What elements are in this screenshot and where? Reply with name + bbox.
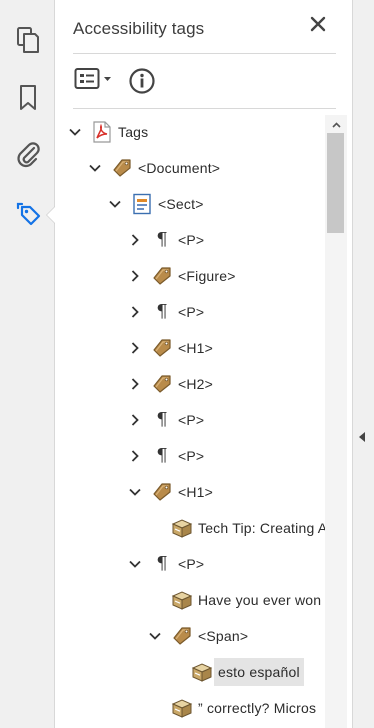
- left-rail: [0, 0, 55, 728]
- tree-row-label: <Figure>: [178, 268, 236, 284]
- chevron-right-icon[interactable]: [128, 341, 142, 355]
- chevron-down-icon[interactable]: [128, 485, 142, 499]
- tree-row-label: <Span>: [198, 628, 249, 644]
- tags-tree: Tags <Document> <Sect> ¶ <P> <Figure> ¶ <P> <H1>…: [56, 112, 326, 728]
- tree-row[interactable]: <Figure>: [56, 258, 326, 294]
- tree-row[interactable]: ¶ <P>: [56, 222, 326, 258]
- pdf-document-icon: [91, 121, 113, 143]
- tags-icon: [13, 199, 43, 229]
- divider: [73, 108, 336, 109]
- tag-icon: [151, 337, 173, 359]
- tree-row[interactable]: <H1>: [56, 474, 326, 510]
- tree-row-label: <Document>: [138, 160, 221, 176]
- panel-title: Accessibility tags: [73, 19, 205, 38]
- chevron-down-icon[interactable]: [148, 629, 162, 643]
- tree-row-label: ” correctly? Micros: [198, 700, 317, 716]
- tree-row[interactable]: <H1>: [56, 330, 326, 366]
- chevron-down-icon[interactable]: [108, 197, 122, 211]
- tree-row-label: Have you ever won: [198, 592, 322, 608]
- tree-row[interactable]: ¶ <P>: [56, 294, 326, 330]
- paragraph-icon: ¶: [156, 409, 168, 430]
- tree-row-label: <P>: [178, 448, 205, 464]
- close-button[interactable]: [306, 14, 330, 38]
- chevron-down-icon[interactable]: [88, 161, 102, 175]
- attachments-button[interactable]: [0, 134, 55, 174]
- chevron-right-icon[interactable]: [128, 269, 142, 283]
- tree-row[interactable]: <H2>: [56, 366, 326, 402]
- tree-row[interactable]: Have you ever won: [56, 582, 326, 618]
- paragraph-icon: ¶: [156, 553, 168, 574]
- tree-row-label: <P>: [178, 556, 205, 572]
- info-icon: [128, 68, 156, 99]
- chevron-down-icon[interactable]: [128, 557, 142, 571]
- chevron-right-icon[interactable]: [128, 377, 142, 391]
- bookmarks-icon: [17, 84, 39, 112]
- tree-row-label: esto español: [214, 658, 304, 686]
- tag-options-button[interactable]: [74, 67, 118, 96]
- divider: [73, 53, 336, 54]
- content-icon: [171, 589, 193, 611]
- content-icon: [191, 661, 213, 683]
- pages-icon: [15, 26, 41, 54]
- chevron-up-icon: [331, 115, 341, 133]
- bookmarks-button[interactable]: [0, 78, 55, 118]
- tree-row-label: <H1>: [178, 340, 214, 356]
- tree-scrollbar[interactable]: [325, 115, 347, 728]
- paragraph-icon: ¶: [156, 229, 168, 250]
- tree-row-label: Tags: [118, 124, 149, 140]
- tree-row[interactable]: ¶ <P>: [56, 438, 326, 474]
- paragraph-icon: ¶: [156, 301, 168, 322]
- tag-icon: [151, 265, 173, 287]
- tag-icon: [171, 625, 193, 647]
- paragraph-icon: ¶: [156, 445, 168, 466]
- tree-row[interactable]: ¶ <P>: [56, 402, 326, 438]
- content-icon: [171, 697, 193, 719]
- tree-row[interactable]: ” correctly? Micros: [56, 690, 326, 726]
- tree-row-label: <H2>: [178, 376, 214, 392]
- tree-row-label: <P>: [178, 304, 205, 320]
- tree-row-label: <P>: [178, 232, 205, 248]
- accessibility-tags-panel: Accessibility tags Tags <Document> <Sect…: [56, 0, 352, 728]
- tree-row[interactable]: esto español: [56, 654, 326, 690]
- pages-button[interactable]: [0, 20, 55, 60]
- collapse-panel-strip[interactable]: [352, 0, 374, 728]
- section-icon: [131, 193, 153, 215]
- tag-icon: [111, 157, 133, 179]
- tree-row-label: <P>: [178, 412, 205, 428]
- tree-row-label: <H1>: [178, 484, 214, 500]
- chevron-right-icon[interactable]: [128, 305, 142, 319]
- tree-row[interactable]: Tags: [56, 114, 326, 150]
- close-icon: [310, 16, 326, 37]
- tree-row-label: Tech Tip: Creating A: [198, 520, 326, 536]
- tree-row[interactable]: ¶ <P>: [56, 546, 326, 582]
- info-button[interactable]: [128, 67, 156, 95]
- chevron-right-icon[interactable]: [128, 413, 142, 427]
- collapse-arrow-icon: [359, 432, 365, 442]
- tag-icon: [151, 481, 173, 503]
- tag-icon: [151, 373, 173, 395]
- scroll-up-button[interactable]: [325, 115, 347, 133]
- chevron-down-icon[interactable]: [68, 125, 82, 139]
- tree-row-label: <Sect>: [158, 196, 204, 212]
- tree-row[interactable]: <Document>: [56, 150, 326, 186]
- tree-row[interactable]: <Sect>: [56, 186, 326, 222]
- tree-row[interactable]: Tech Tip: Creating A: [56, 510, 326, 546]
- chevron-right-icon[interactable]: [128, 449, 142, 463]
- attachments-icon: [15, 140, 41, 168]
- scroll-thumb[interactable]: [327, 133, 344, 233]
- chevron-right-icon[interactable]: [128, 233, 142, 247]
- tree-row[interactable]: <Span>: [56, 618, 326, 654]
- active-pointer: [47, 207, 55, 223]
- tag-options-icon: [74, 67, 118, 96]
- content-icon: [171, 517, 193, 539]
